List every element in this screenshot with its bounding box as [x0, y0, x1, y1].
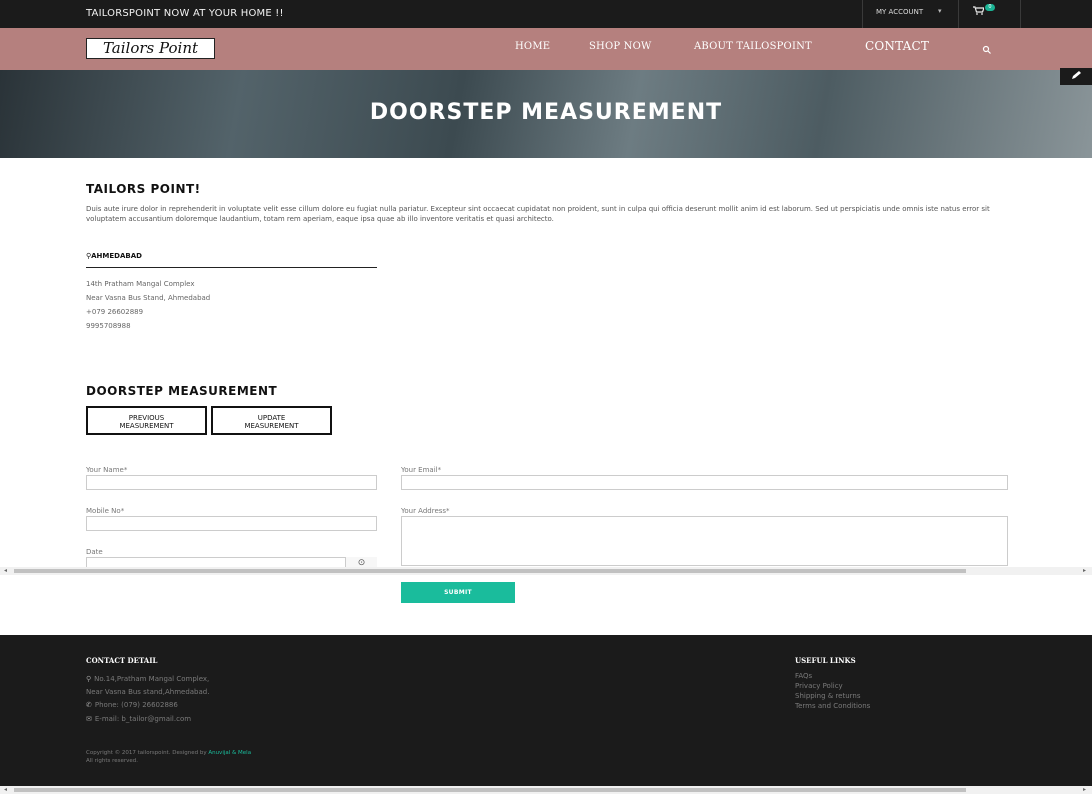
footer-link-terms[interactable]: Terms and Conditions	[795, 702, 870, 710]
copyright: Copyright © 2017 tailorspoint. Designed …	[86, 749, 251, 765]
scroll-left-icon[interactable]: ◂	[4, 567, 7, 575]
nav-contact[interactable]: CONTACT	[865, 39, 929, 53]
button-label: MEASUREMENT	[244, 422, 299, 430]
footer-address: Near Vasna Bus stand,Ahmedabad.	[86, 688, 210, 696]
footer: CONTACT DETAIL ⚲ No.14,Pratham Mangal Com…	[0, 635, 1092, 786]
pencil-icon	[1072, 71, 1081, 79]
button-label: MEASUREMENT	[119, 422, 174, 430]
address-label: Your Address*	[401, 507, 450, 515]
measurement-heading: DOORSTEP MEASUREMENT	[86, 384, 278, 398]
rights-text: All rights reserved.	[86, 758, 139, 764]
envelope-icon: ✉	[86, 715, 92, 723]
scrollbar-thumb[interactable]	[14, 569, 966, 573]
map-pin-icon: ⚲	[86, 675, 92, 683]
page-title: DOORSTEP MEASUREMENT	[369, 100, 723, 125]
cart-icon[interactable]	[973, 6, 985, 18]
name-label: Your Name*	[86, 466, 128, 474]
search-icon[interactable]	[982, 40, 992, 54]
divider	[1020, 0, 1021, 28]
divider	[86, 267, 377, 268]
top-bar: TAILORSPOINT NOW AT YOUR HOME !! MY ACCO…	[0, 0, 1092, 28]
hero-banner: DOORSTEP MEASUREMENT	[0, 70, 1092, 158]
nav-about[interactable]: ABOUT TAILOSPOINT	[694, 41, 812, 52]
button-label: PREVIOUS	[128, 414, 165, 422]
edit-button[interactable]	[1060, 68, 1092, 85]
scroll-left-icon[interactable]: ◂	[4, 786, 7, 794]
email-input[interactable]	[401, 475, 1008, 490]
site-logo[interactable]: Tailors Point	[86, 38, 215, 59]
button-label: UPDATE	[257, 414, 286, 422]
location-heading: ⚲AHMEDABAD	[86, 252, 142, 260]
address-line: 14th Pratham Mangal Complex	[86, 280, 195, 288]
footer-link-privacy[interactable]: Privacy Policy	[795, 682, 843, 690]
scrollbar-thumb[interactable]	[14, 788, 966, 792]
chevron-down-icon[interactable]: ▾	[938, 7, 942, 15]
main-header: Tailors Point HOME SHOP NOW ABOUT TAILOS…	[0, 28, 1092, 70]
footer-address-text: No.14,Pratham Mangal Complex,	[94, 675, 210, 683]
scroll-right-icon[interactable]: ▸	[1083, 786, 1086, 794]
nav-home[interactable]: HOME	[515, 41, 550, 52]
contact-detail-heading: CONTACT DETAIL	[86, 656, 158, 665]
address-textarea[interactable]	[401, 516, 1008, 566]
nav-shop-now[interactable]: SHOP NOW	[589, 41, 652, 52]
address-line: Near Vasna Bus Stand, Ahmedabad	[86, 294, 211, 302]
previous-measurement-button[interactable]: PREVIOUS MEASUREMENT	[86, 406, 207, 435]
cart-count-badge: 0	[985, 4, 995, 11]
phone-line: +079 26602889	[86, 308, 144, 316]
scroll-right-icon[interactable]: ▸	[1083, 567, 1086, 575]
mobile-label: Mobile No*	[86, 507, 125, 515]
footer-phone-text: Phone: (079) 26602886	[94, 701, 178, 709]
footer-phone: ✆ Phone: (079) 26602886	[86, 701, 178, 709]
form-scrollbar[interactable]: ◂ ▸	[0, 567, 1092, 575]
footer-link-shipping[interactable]: Shipping & returns	[795, 692, 861, 700]
footer-email: ✉ E-mail: b_tailor@gmail.com	[86, 715, 191, 723]
email-label: Your Email*	[401, 466, 442, 474]
phone-icon: ✆	[86, 701, 92, 709]
divider	[958, 0, 959, 28]
footer-address: ⚲ No.14,Pratham Mangal Complex,	[86, 675, 209, 683]
footer-link-faqs[interactable]: FAQs	[795, 672, 812, 680]
mobile-input[interactable]	[86, 516, 377, 531]
designer-link[interactable]: Anuvijal & Mela	[208, 750, 251, 756]
my-account-link[interactable]: MY ACCOUNT	[876, 8, 923, 16]
date-label: Date	[86, 548, 103, 556]
useful-links-heading: USEFUL LINKS	[795, 656, 856, 665]
about-heading: TAILORS POINT!	[86, 182, 201, 196]
phone-line: 9995708988	[86, 322, 131, 330]
submit-button[interactable]: SUBMIT	[401, 582, 515, 603]
update-measurement-button[interactable]: UPDATE MEASUREMENT	[211, 406, 332, 435]
footer-email-text: E-mail: b_tailor@gmail.com	[94, 715, 192, 723]
promo-text: TAILORSPOINT NOW AT YOUR HOME !!	[86, 8, 284, 19]
page-scrollbar[interactable]: ◂ ▸	[0, 786, 1092, 794]
city-name: AHMEDABAD	[91, 252, 142, 260]
copyright-text: Copyright © 2017 tailorspoint. Designed …	[86, 750, 207, 756]
name-input[interactable]	[86, 475, 377, 490]
about-paragraph: Duis aute irure dolor in reprehenderit i…	[86, 205, 990, 223]
divider	[862, 0, 863, 28]
